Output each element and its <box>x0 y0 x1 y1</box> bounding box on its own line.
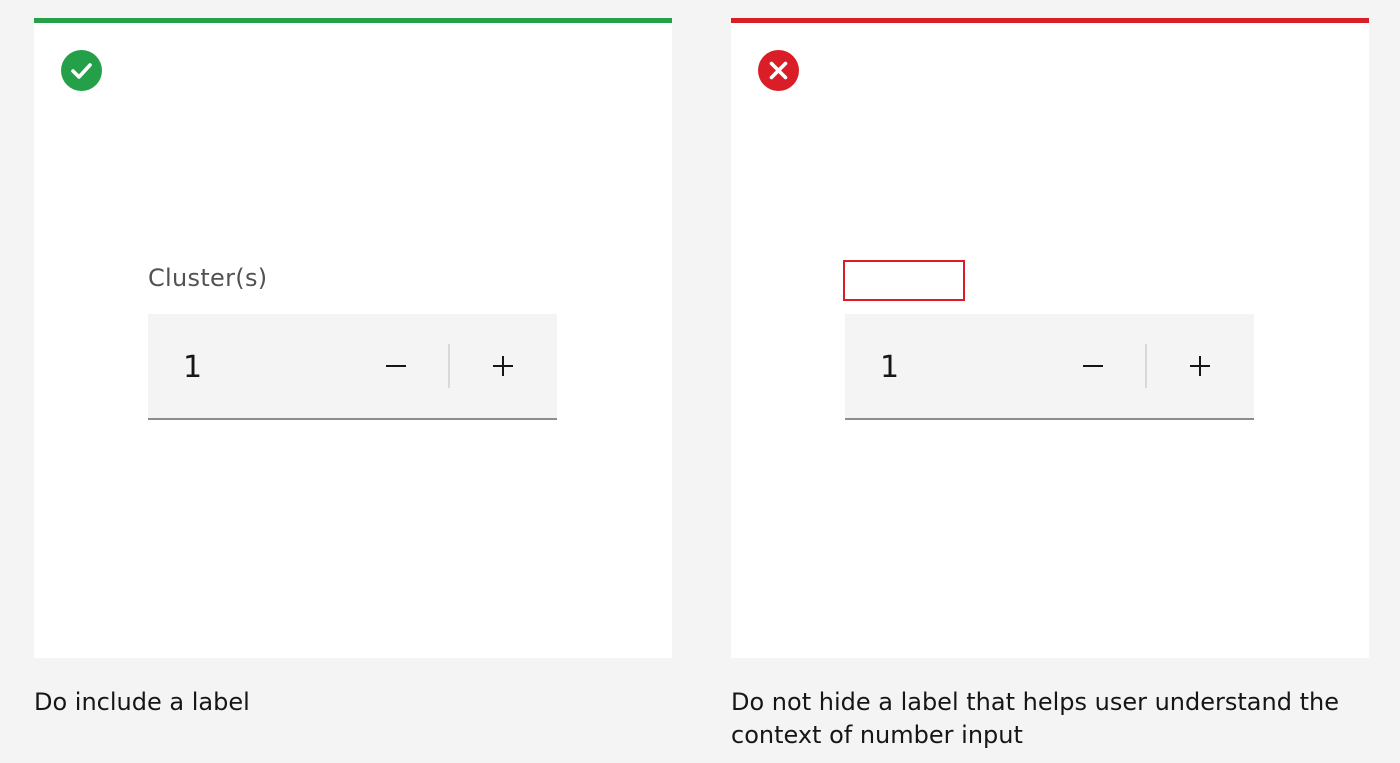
close-circle-icon <box>758 50 799 91</box>
number-input-value[interactable]: 1 <box>183 350 202 386</box>
increment-button[interactable] <box>1152 314 1248 418</box>
increment-button[interactable] <box>455 314 551 418</box>
unlabeled-number-input[interactable]: 1 <box>845 314 1254 420</box>
success-top-border <box>34 18 672 23</box>
stepper-divider <box>1145 344 1147 388</box>
cluster-field-label: Cluster(s) <box>148 264 268 292</box>
minus-icon <box>1083 365 1103 367</box>
dont-example-card: 1 <box>731 18 1369 658</box>
stepper-divider <box>448 344 450 388</box>
do-caption: Do include a label <box>34 688 250 716</box>
dont-caption: Do not hide a label that helps user unde… <box>731 688 1339 749</box>
cluster-number-input[interactable]: 1 <box>148 314 557 420</box>
minus-icon <box>386 365 406 367</box>
checkmark-circle-icon <box>61 50 102 91</box>
number-input-value[interactable]: 1 <box>880 350 899 386</box>
decrement-button[interactable] <box>1045 314 1141 418</box>
error-top-border <box>731 18 1369 23</box>
plus-icon <box>493 356 513 376</box>
decrement-button[interactable] <box>348 314 444 418</box>
plus-icon <box>1190 356 1210 376</box>
missing-label-highlight <box>843 260 965 301</box>
do-example-card: Cluster(s) 1 <box>34 18 672 658</box>
